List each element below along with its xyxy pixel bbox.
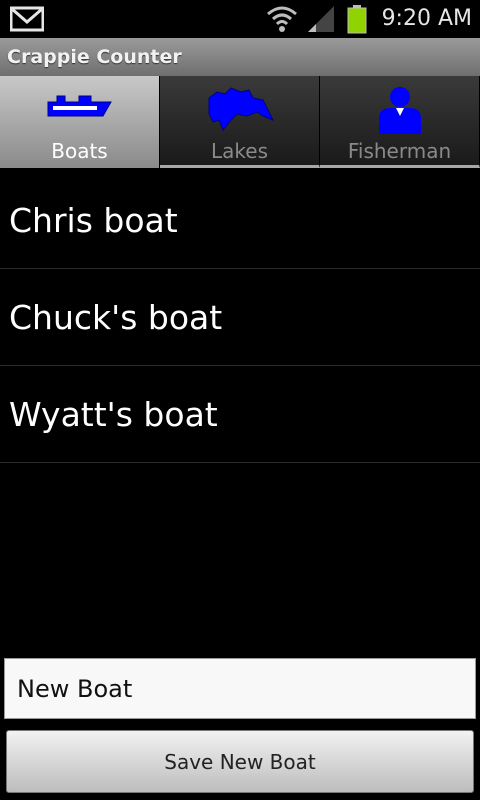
list-item[interactable]: Chris boat <box>0 172 480 269</box>
boat-name: Chuck's boat <box>9 297 223 337</box>
boat-icon <box>0 86 159 126</box>
tab-boats-label: Boats <box>51 139 108 163</box>
tab-bar: Boats Lakes Fisherman <box>0 76 480 172</box>
tab-lakes-label: Lakes <box>211 139 268 163</box>
signal-icon <box>306 4 336 38</box>
tab-boats[interactable]: Boats <box>0 76 160 168</box>
wifi-icon <box>266 4 298 38</box>
new-boat-input[interactable] <box>4 658 476 719</box>
app-title-bar: Crappie Counter <box>0 38 480 77</box>
fisherman-icon <box>320 86 479 136</box>
boat-list: Chris boat Chuck's boat Wyatt's boat <box>0 172 480 463</box>
gmail-icon[interactable] <box>9 6 45 36</box>
tab-fisherman-label: Fisherman <box>347 139 452 163</box>
lake-icon <box>160 86 319 132</box>
status-bar: 9:20 AM <box>0 0 480 38</box>
battery-icon <box>346 4 368 38</box>
status-time: 9:20 AM <box>381 6 472 31</box>
tab-fisherman[interactable]: Fisherman <box>320 76 480 168</box>
save-new-boat-button[interactable]: Save New Boat <box>6 730 474 793</box>
boat-name: Chris boat <box>9 200 178 240</box>
boat-name: Wyatt's boat <box>9 394 218 434</box>
list-item[interactable]: Wyatt's boat <box>0 366 480 463</box>
tab-lakes[interactable]: Lakes <box>160 76 320 168</box>
list-item[interactable]: Chuck's boat <box>0 269 480 366</box>
app-screen: 9:20 AM Crappie Counter Boats Lakes Fish… <box>0 0 480 800</box>
app-title: Crappie Counter <box>7 46 182 68</box>
